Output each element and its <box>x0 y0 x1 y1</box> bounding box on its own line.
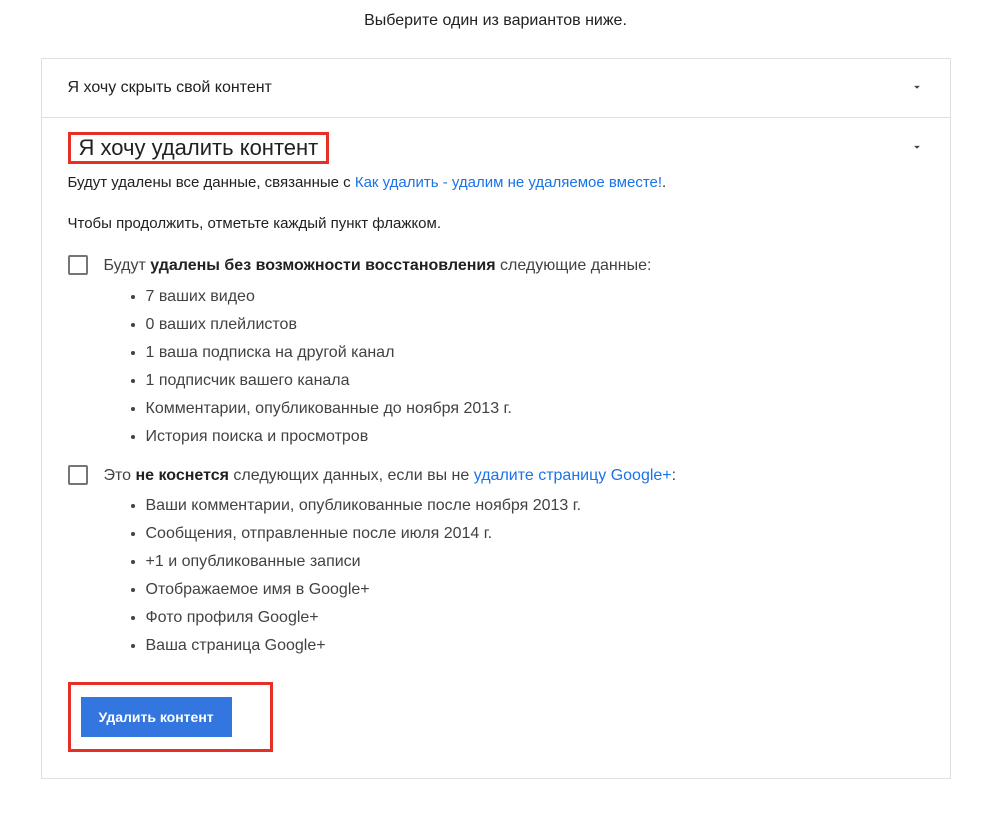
accordion-delete-body: Будут удалены все данные, связанные с Ка… <box>42 172 950 778</box>
accordion-delete-title: Я хочу удалить контент <box>71 131 327 164</box>
list-item: Комментарии, опубликованные до ноября 20… <box>146 395 924 423</box>
accordion-delete-content: Я хочу удалить контент Будут удалены все… <box>42 118 950 778</box>
checkbox-permanent-delete[interactable] <box>68 255 88 275</box>
text-segment: Это <box>104 467 136 484</box>
list-item: +1 и опубликованные записи <box>146 548 924 576</box>
list-item: Фото профиля Google+ <box>146 604 924 632</box>
text-segment: следующие данные: <box>496 257 652 274</box>
list-item: Сообщения, отправленные после июля 2014 … <box>146 520 924 548</box>
list-item: Отображаемое имя в Google+ <box>146 576 924 604</box>
google-plus-link[interactable]: удалите страницу Google+ <box>474 467 672 484</box>
bullet-list-2: Ваши комментарии, опубликованные после н… <box>104 492 924 660</box>
delete-content-button[interactable]: Удалить контент <box>81 697 232 737</box>
options-card: Я хочу скрыть свой контент Я хочу удалит… <box>41 58 951 779</box>
bold-text: удалены без возможности восстановления <box>150 257 495 274</box>
text-segment: . <box>662 174 666 191</box>
highlight-box-title: Я хочу удалить контент <box>68 132 330 164</box>
list-item: Ваша страница Google+ <box>146 632 924 660</box>
list-item: 0 ваших плейлистов <box>146 311 924 339</box>
checklist-row-2: Это не коснется следующих данных, если в… <box>68 463 924 671</box>
list-item: 1 ваша подписка на другой канал <box>146 339 924 367</box>
accordion-hide-header[interactable]: Я хочу скрыть свой контент <box>42 59 950 117</box>
highlight-box-button: Удалить контент <box>68 682 273 752</box>
checklist-content-2: Это не коснется следующих данных, если в… <box>104 463 924 671</box>
accordion-hide-content: Я хочу скрыть свой контент <box>42 59 950 118</box>
checklist-content-1: Будут удалены без возможности восстановл… <box>104 253 924 461</box>
chevron-down-icon <box>910 80 924 97</box>
list-item: 7 ваших видео <box>146 283 924 311</box>
text-segment: следующих данных, если вы не <box>229 467 474 484</box>
accordion-hide-title: Я хочу скрыть свой контент <box>68 79 272 97</box>
delete-description-line2: Чтобы продолжить, отметьте каждый пункт … <box>68 213 924 236</box>
checklist-label-2: Это не коснется следующих данных, если в… <box>104 463 924 489</box>
list-item: История поиска и просмотров <box>146 423 924 451</box>
checklist-row-1: Будут удалены без возможности восстановл… <box>68 253 924 461</box>
channel-link[interactable]: Как удалить - удалим не удаляемое вместе… <box>355 174 662 191</box>
text-segment: : <box>672 467 676 484</box>
chevron-down-icon <box>910 140 924 157</box>
text-segment: Будут удалены все данные, связанные с <box>68 174 355 191</box>
list-item: 1 подписчик вашего канала <box>146 367 924 395</box>
delete-description-line1: Будут удалены все данные, связанные с Ка… <box>68 172 924 195</box>
accordion-delete-header[interactable]: Я хочу удалить контент <box>42 118 950 172</box>
checkbox-not-affected[interactable] <box>68 465 88 485</box>
bold-text: не коснется <box>136 467 229 484</box>
list-item: Ваши комментарии, опубликованные после н… <box>146 492 924 520</box>
bullet-list-1: 7 ваших видео 0 ваших плейлистов 1 ваша … <box>104 283 924 451</box>
intro-text: Выберите один из вариантов ниже. <box>41 0 951 58</box>
checklist-label-1: Будут удалены без возможности восстановл… <box>104 253 924 279</box>
text-segment: Будут <box>104 257 151 274</box>
